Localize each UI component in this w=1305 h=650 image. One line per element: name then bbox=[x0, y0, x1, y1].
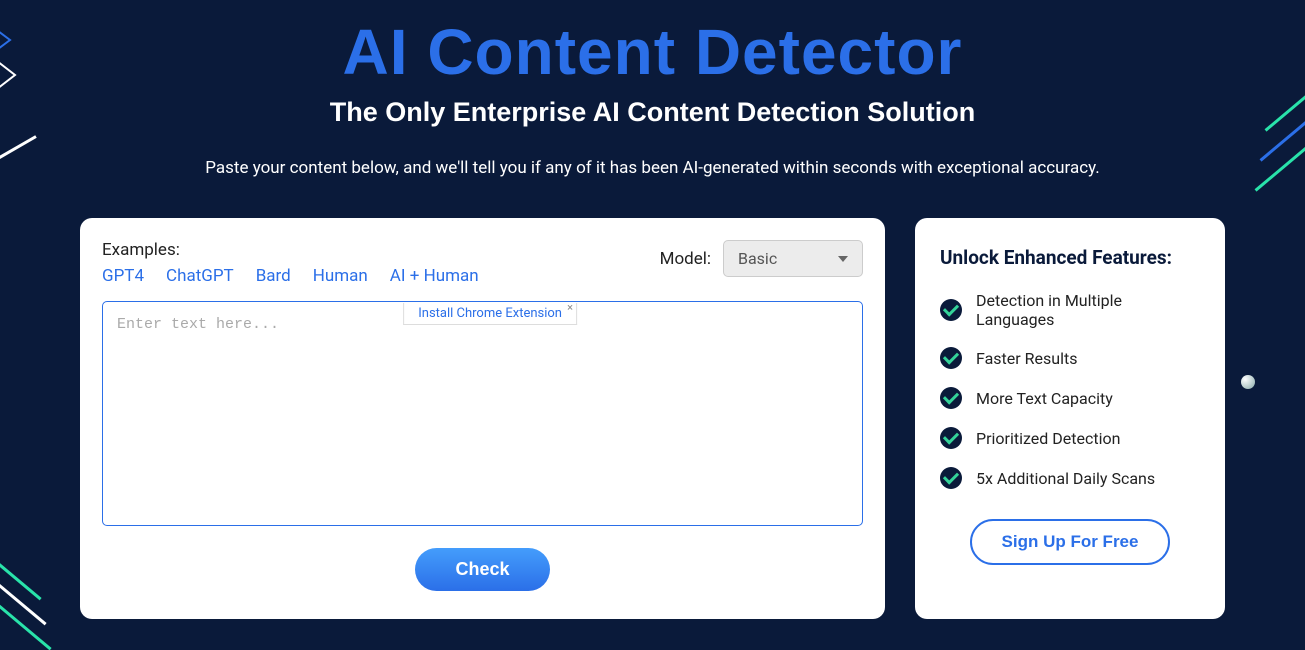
examples-label: Examples: bbox=[102, 240, 479, 260]
check-icon bbox=[940, 387, 962, 409]
page-description: Paste your content below, and we'll tell… bbox=[205, 158, 1099, 178]
chevron-down-icon bbox=[838, 256, 848, 262]
feature-item: Faster Results bbox=[940, 347, 1200, 369]
feature-label: Faster Results bbox=[976, 349, 1077, 368]
check-icon bbox=[940, 299, 962, 321]
feature-label: 5x Additional Daily Scans bbox=[976, 469, 1155, 488]
check-icon bbox=[940, 467, 962, 489]
example-link-ai-human[interactable]: AI + Human bbox=[390, 266, 479, 286]
sidebar-card: Unlock Enhanced Features: Detection in M… bbox=[915, 218, 1225, 619]
model-selected-value: Basic bbox=[738, 249, 777, 268]
feature-label: Detection in Multiple Languages bbox=[976, 291, 1200, 329]
bg-circle bbox=[1241, 375, 1255, 389]
example-link-bard[interactable]: Bard bbox=[256, 266, 291, 286]
example-link-gpt4[interactable]: GPT4 bbox=[102, 266, 144, 286]
model-label: Model: bbox=[660, 249, 711, 269]
page-title: AI Content Detector bbox=[343, 15, 963, 89]
check-icon bbox=[940, 347, 962, 369]
sidebar-title: Unlock Enhanced Features: bbox=[940, 246, 1200, 269]
close-icon[interactable]: × bbox=[567, 301, 573, 314]
main-card: Examples: GPT4 ChatGPT Bard Human AI + H… bbox=[80, 218, 885, 619]
feature-item: Prioritized Detection bbox=[940, 427, 1200, 449]
example-link-chatgpt[interactable]: ChatGPT bbox=[166, 266, 234, 286]
chrome-extension-label: Install Chrome Extension bbox=[418, 306, 562, 321]
feature-label: Prioritized Detection bbox=[976, 429, 1120, 448]
feature-item: More Text Capacity bbox=[940, 387, 1200, 409]
check-icon bbox=[940, 427, 962, 449]
signup-button[interactable]: Sign Up For Free bbox=[970, 519, 1171, 565]
chrome-extension-badge[interactable]: Install Chrome Extension × bbox=[403, 303, 577, 325]
check-button[interactable]: Check bbox=[415, 548, 549, 591]
content-textarea[interactable] bbox=[102, 301, 863, 526]
feature-item: Detection in Multiple Languages bbox=[940, 291, 1200, 329]
feature-label: More Text Capacity bbox=[976, 389, 1113, 408]
model-select[interactable]: Basic bbox=[723, 240, 863, 277]
example-link-human[interactable]: Human bbox=[313, 266, 368, 286]
feature-item: 5x Additional Daily Scans bbox=[940, 467, 1200, 489]
bg-triangle-left bbox=[0, 10, 40, 130]
page-subtitle: The Only Enterprise AI Content Detection… bbox=[330, 97, 976, 128]
